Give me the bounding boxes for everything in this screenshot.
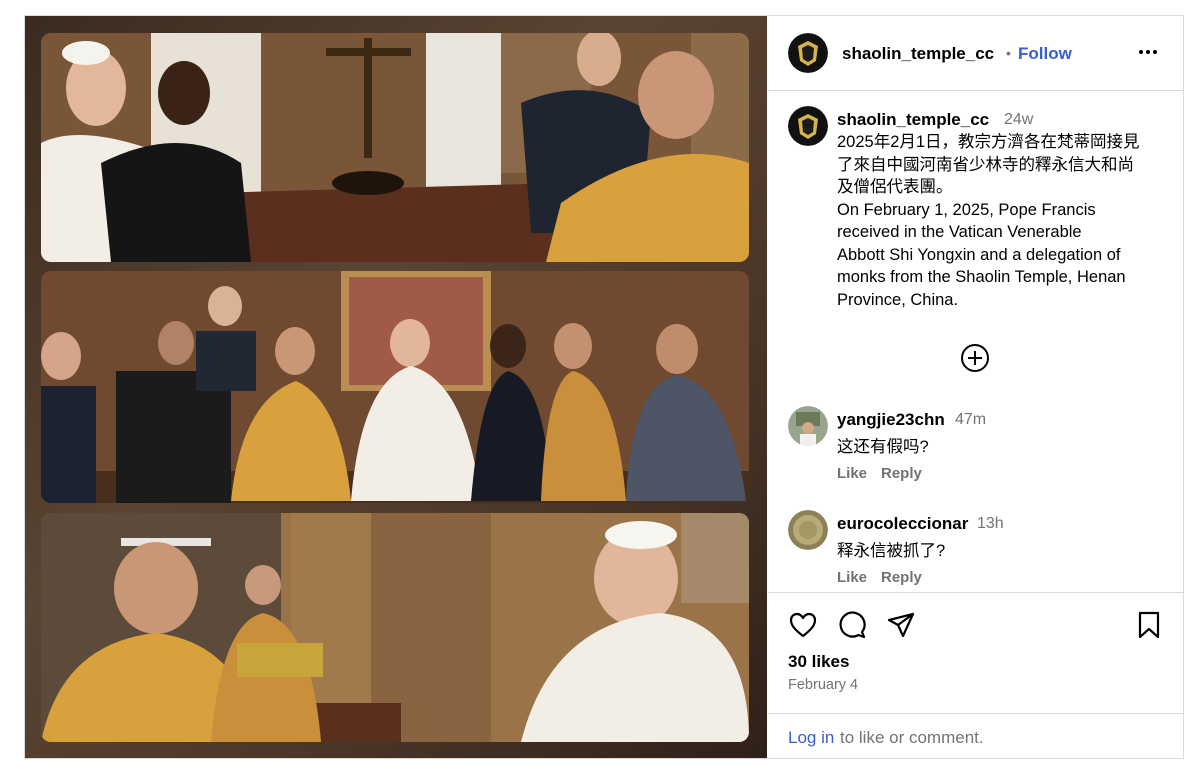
separator-dot: • bbox=[1006, 45, 1011, 61]
post-media[interactable] bbox=[25, 16, 767, 758]
post-container: shaolin_temple_cc • Follow shaolin_templ… bbox=[24, 15, 1184, 759]
account-avatar[interactable] bbox=[788, 33, 828, 73]
bookmark-icon[interactable] bbox=[1134, 610, 1164, 640]
comment-avatar[interactable] bbox=[788, 510, 828, 550]
photo-group-portrait bbox=[41, 271, 749, 503]
caption-text: 2025年2月1日，教宗方濟各在梵蒂岡接見 了來自中國河南省少林寺的釋永信大和尚… bbox=[837, 133, 1140, 309]
comment-reply-button[interactable]: Reply bbox=[881, 465, 922, 482]
follow-button[interactable]: Follow bbox=[1018, 44, 1072, 64]
heart-icon[interactable] bbox=[788, 610, 818, 640]
post-sidebar: shaolin_temple_cc • Follow shaolin_templ… bbox=[768, 16, 1183, 758]
caption-avatar[interactable] bbox=[788, 106, 828, 146]
post-date[interactable]: February 4 bbox=[788, 677, 858, 693]
post-actions: 30 likes February 4 Log in to like or co… bbox=[768, 592, 1183, 758]
comment-username[interactable]: yangjie23chn bbox=[837, 410, 945, 430]
account-username[interactable]: shaolin_temple_cc bbox=[842, 44, 994, 64]
comment-timestamp[interactable]: 13h bbox=[977, 515, 1004, 533]
caption-timestamp[interactable]: 24w bbox=[1004, 111, 1033, 129]
comment-timestamp[interactable]: 47m bbox=[955, 411, 986, 429]
comment-username[interactable]: eurocoleccionar bbox=[837, 514, 968, 534]
comment-like-button[interactable]: Like bbox=[837, 569, 867, 586]
more-horizontal-icon[interactable] bbox=[1136, 40, 1160, 64]
comment-text: 这还有假吗? bbox=[837, 438, 929, 456]
share-icon[interactable] bbox=[886, 610, 916, 640]
login-link[interactable]: Log in bbox=[788, 728, 834, 748]
post-header: shaolin_temple_cc • Follow bbox=[768, 16, 1183, 91]
photo-pope-meeting bbox=[41, 33, 749, 262]
comment-icon[interactable] bbox=[837, 610, 867, 640]
caption-username[interactable]: shaolin_temple_cc bbox=[837, 110, 989, 130]
photo-gift-exchange bbox=[41, 513, 749, 742]
likes-count[interactable]: 30 likes bbox=[788, 652, 849, 672]
comment-text: 释永信被抓了? bbox=[837, 542, 946, 560]
comment-reply-button[interactable]: Reply bbox=[881, 569, 922, 586]
load-more-comments-icon[interactable] bbox=[960, 343, 990, 373]
login-prompt-text: to like or comment. bbox=[840, 728, 984, 747]
comment-like-button[interactable]: Like bbox=[837, 465, 867, 482]
comment-avatar[interactable] bbox=[788, 406, 828, 446]
login-prompt: Log in to like or comment. bbox=[768, 713, 1183, 759]
